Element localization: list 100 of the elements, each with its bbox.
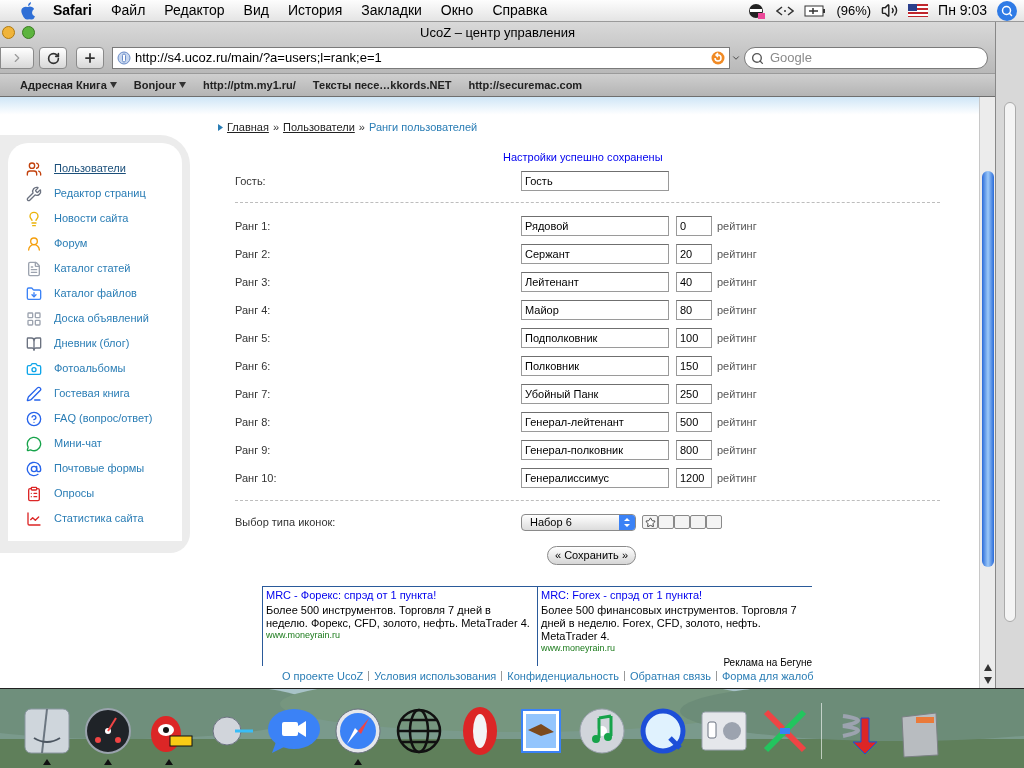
smiling-face-icon[interactable] xyxy=(22,705,72,756)
sidebar-item[interactable]: Новости сайта xyxy=(54,210,129,227)
rank-name-field[interactable]: Генералиссимус xyxy=(521,468,669,488)
ad-url[interactable]: www.moneyrain.ru xyxy=(541,643,812,654)
menu-item[interactable]: Закладки xyxy=(361,0,422,21)
spotlight-button[interactable] xyxy=(997,0,1017,21)
footer-link[interactable]: Условия использования xyxy=(374,668,497,685)
zoom-button[interactable] xyxy=(22,26,35,39)
footer-link[interactable]: Обратная связь xyxy=(629,668,711,685)
breadcrumb-link[interactable]: Пользователи xyxy=(283,119,355,136)
breadcrumb-link[interactable]: Главная xyxy=(227,119,269,136)
rating-field[interactable]: 20 xyxy=(676,244,712,264)
gauge-icon[interactable] xyxy=(83,705,133,756)
footer-link[interactable]: О проекте UcoZ xyxy=(282,668,364,685)
rank-name-field[interactable]: Рядовой xyxy=(521,216,669,236)
compass-icon[interactable] xyxy=(333,705,383,756)
menu-item[interactable]: Файл xyxy=(110,0,146,21)
rating-field[interactable]: 1200 xyxy=(676,468,712,488)
scroll-thumb[interactable] xyxy=(981,171,994,567)
sidebar-item[interactable]: Гостевая книга xyxy=(54,385,130,402)
articles-icon xyxy=(26,260,42,277)
sidebar-item[interactable]: Редактор страниц xyxy=(54,185,146,202)
battery-percent: (96%) xyxy=(836,1,872,20)
icon-set-select[interactable]: Набор 6 xyxy=(521,513,636,531)
sidebar-item[interactable]: Каталог файлов xyxy=(54,285,137,302)
rating-unit: рейтинг xyxy=(717,274,757,290)
rank-label: Ранг 5: xyxy=(235,330,272,346)
menu-item[interactable]: Вид xyxy=(243,0,269,21)
search-field[interactable]: Google xyxy=(744,47,988,69)
ad-credit[interactable]: Реклама на Бегуне xyxy=(723,657,812,668)
battery-plug-icon[interactable] xyxy=(804,4,827,17)
breadcrumb-current[interactable]: Ранги пользователей xyxy=(368,119,478,136)
rank-name-field[interactable]: Лейтенант xyxy=(521,272,669,292)
rank-name-field[interactable]: Подполковник xyxy=(521,328,669,348)
menu-item[interactable]: Окно xyxy=(440,0,474,21)
footer-link[interactable]: Конфиденциальность xyxy=(507,668,619,685)
rank-name-field[interactable]: Майор xyxy=(521,300,669,320)
sidebar-item[interactable]: Почтовые формы xyxy=(54,460,145,477)
music-cd-icon[interactable] xyxy=(577,705,627,756)
rating-unit: рейтинг xyxy=(717,442,757,458)
bookmark-link[interactable]: http://securemac.com xyxy=(468,76,583,94)
sidebar-item[interactable]: FAQ (вопрос/ответ) xyxy=(54,410,153,427)
app-menu[interactable]: Safari xyxy=(53,0,92,21)
rating-field[interactable]: 80 xyxy=(676,300,712,320)
apple-icon[interactable] xyxy=(19,1,36,20)
volume-icon[interactable] xyxy=(881,2,899,19)
menu-clock[interactable]: Пн 9:03 xyxy=(938,0,987,21)
rating-field[interactable]: 800 xyxy=(676,440,712,460)
sidebar-item[interactable]: Форум xyxy=(54,235,88,252)
snapback-icon[interactable] xyxy=(711,51,725,65)
sidebar-item[interactable]: Пользователи xyxy=(54,160,126,177)
sidebar-item[interactable]: Статистика сайта xyxy=(54,510,144,527)
rank-label: Ранг 9: xyxy=(235,442,272,458)
flag-icon[interactable] xyxy=(908,4,929,17)
rating-field[interactable]: 150 xyxy=(676,356,712,376)
code-arrows-icon[interactable] xyxy=(776,4,795,17)
ad-url[interactable]: www.moneyrain.ru xyxy=(266,630,537,641)
rank-name-field[interactable]: Сержант xyxy=(521,244,669,264)
bookmark-link[interactable]: Bonjour xyxy=(133,76,186,94)
ad-title[interactable]: MRC - Форекс: спрэд от 1 пункта! xyxy=(266,589,537,602)
reload-button[interactable] xyxy=(39,47,67,69)
scroll-up-icon[interactable] xyxy=(983,664,992,671)
rating-field[interactable]: 250 xyxy=(676,384,712,404)
sidebar-item[interactable]: Фотоальбомы xyxy=(54,360,126,377)
address-field[interactable]: http://s4.ucoz.ru/main/?a=users;l=rank;e=1 xyxy=(112,47,730,69)
menu-item[interactable]: Редактор xyxy=(164,0,225,21)
sidebar-item[interactable]: Доска объявлений xyxy=(54,310,149,327)
board-icon xyxy=(26,310,42,327)
scroll-down-icon[interactable] xyxy=(983,677,992,684)
rank-name-field[interactable]: Полковник xyxy=(521,356,669,376)
reload-icon xyxy=(46,51,60,65)
forward-button[interactable] xyxy=(0,47,34,69)
vertical-scrollbar[interactable] xyxy=(979,97,995,688)
sidebar-item[interactable]: Мини-чат xyxy=(54,435,102,452)
rank-name-field[interactable]: Убойный Панк xyxy=(521,384,669,404)
rank-name-field[interactable]: Генерал-полковник xyxy=(521,440,669,460)
sidebar-item[interactable]: Дневник (блог) xyxy=(54,335,130,352)
rating-field[interactable]: 0 xyxy=(676,216,712,236)
add-bookmark-button[interactable] xyxy=(76,47,104,69)
menu-item[interactable]: Справка xyxy=(492,0,548,21)
rank-label: Ранг 10: xyxy=(235,470,278,486)
rating-field[interactable]: 100 xyxy=(676,328,712,348)
bookmark-link[interactable]: Тексты песе…kkords.NET xyxy=(312,76,452,94)
minimize-button[interactable] xyxy=(2,26,15,39)
menu-item[interactable]: История xyxy=(287,0,343,21)
bookmark-link[interactable]: http://ptm.my1.ru/ xyxy=(202,76,296,94)
rating-field[interactable]: 40 xyxy=(676,272,712,292)
breadcrumb-separator: » xyxy=(358,120,365,135)
guest-name-field[interactable]: Гость xyxy=(521,171,669,191)
rank-name-field[interactable]: Генерал-лейтенант xyxy=(521,412,669,432)
sidebar-item[interactable]: Каталог статей xyxy=(54,260,131,277)
window-title: UcoZ – центр управления xyxy=(420,24,575,43)
ad-title[interactable]: MRC: Forex - спрэд от 1 пункта! xyxy=(541,589,812,602)
rating-field[interactable]: 500 xyxy=(676,412,712,432)
sidebar-item[interactable]: Опросы xyxy=(54,485,95,502)
bookmark-link[interactable]: Адресная Книга xyxy=(20,76,117,94)
caret-icon[interactable] xyxy=(731,53,741,63)
rating-unit: рейтинг xyxy=(717,302,757,318)
footer-link[interactable]: Форма для жалоб xyxy=(721,668,814,685)
save-button[interactable]: « Сохранить » xyxy=(547,546,636,565)
